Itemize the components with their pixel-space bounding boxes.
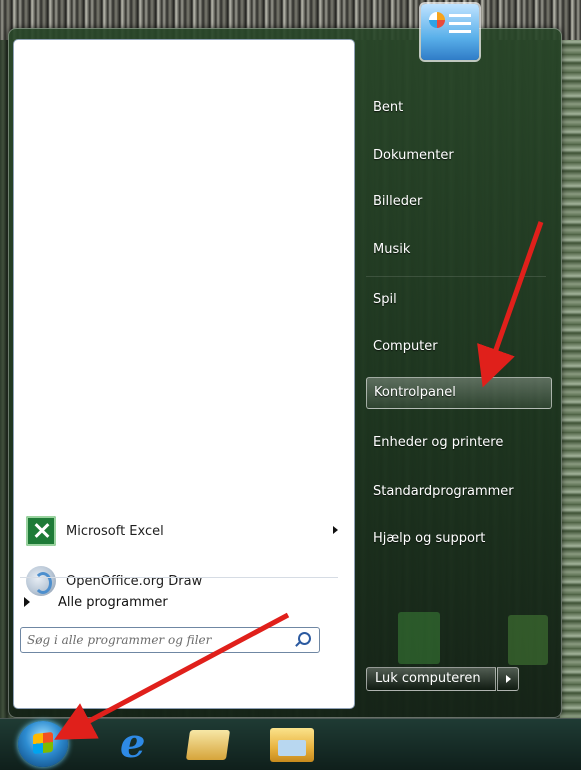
program-item-microsoft-excel[interactable]: Microsoft Excel	[26, 511, 346, 551]
separator	[366, 276, 546, 277]
right-item-spil[interactable]: Spil	[366, 285, 552, 315]
right-item-enheder-og-printere[interactable]: Enheder og printere	[366, 428, 552, 458]
right-item-musik[interactable]: Musik	[366, 235, 552, 265]
search-icon[interactable]	[298, 632, 311, 645]
right-item-billeder[interactable]: Billeder	[366, 187, 552, 217]
user-picture-icon[interactable]	[421, 4, 479, 60]
excel-icon	[26, 516, 56, 546]
windows-explorer-icon[interactable]	[270, 728, 314, 762]
submenu-arrow-icon[interactable]	[333, 526, 338, 534]
search-box[interactable]	[20, 627, 320, 653]
desktop-background-right	[560, 40, 581, 720]
all-programs-button[interactable]: Alle programmer	[20, 590, 338, 614]
right-item-kontrolpanel[interactable]: Kontrolpanel	[366, 377, 552, 409]
windows-start-orb-icon[interactable]	[18, 721, 68, 767]
search-input[interactable]	[27, 631, 277, 649]
mail-icon[interactable]	[185, 730, 231, 760]
triangle-right-icon	[24, 597, 30, 607]
divider	[20, 577, 338, 578]
shutdown-options-arrow-icon[interactable]	[497, 667, 519, 691]
shutdown-button[interactable]: Luk computeren	[366, 667, 496, 691]
right-item-computer[interactable]: Computer	[366, 332, 552, 362]
internet-explorer-icon[interactable]: e	[120, 724, 156, 764]
right-item-bent[interactable]: Bent	[366, 93, 552, 123]
all-programs-label: Alle programmer	[58, 594, 168, 610]
desktop-tile	[398, 612, 440, 664]
right-item-dokumenter[interactable]: Dokumenter	[366, 141, 552, 171]
right-item-standardprogrammer[interactable]: Standardprogrammer	[366, 477, 552, 507]
right-item-hjaelp-og-support[interactable]: Hjælp og support	[366, 524, 552, 554]
program-label: OpenOffice.org Draw	[66, 573, 203, 589]
program-label: Microsoft Excel	[66, 523, 164, 539]
desktop-tile	[508, 615, 548, 665]
